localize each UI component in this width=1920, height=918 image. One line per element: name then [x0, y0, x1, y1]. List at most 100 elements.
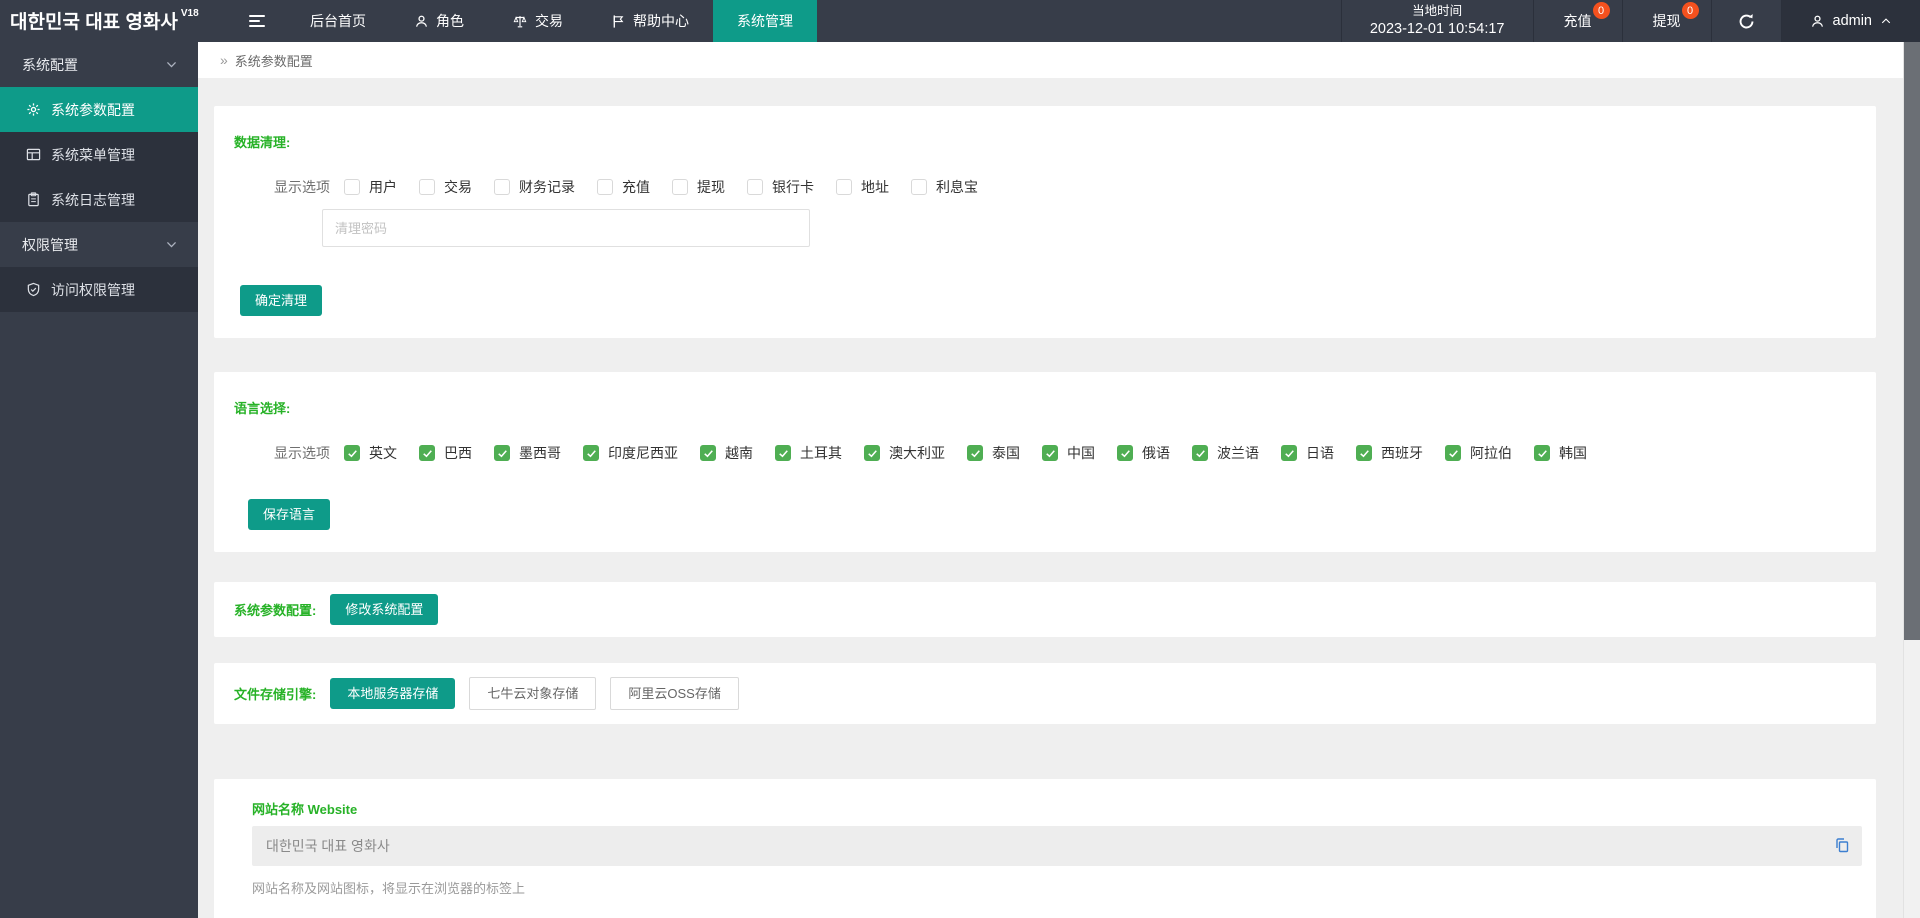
storage-local-button[interactable]: 本地服务器存储 [330, 678, 456, 709]
checkbox-checked-icon [1534, 445, 1550, 461]
clean-option-checkbox[interactable]: 用户 [344, 177, 397, 197]
language-option-checkbox[interactable]: 印度尼西亚 [583, 443, 678, 463]
checkbox-label: 印度尼西亚 [608, 445, 678, 461]
refresh-button[interactable] [1710, 0, 1781, 42]
checkbox-unchecked-icon [494, 179, 510, 195]
sidebar-item-system-logs[interactable]: 系统日志管理 [0, 177, 198, 222]
sidebar-item-system-menu[interactable]: 系统菜单管理 [0, 132, 198, 177]
nav-item-dashboard[interactable]: 后台首页 [286, 0, 390, 42]
nav-label: 帮助中心 [633, 13, 689, 29]
clean-option-checkbox[interactable]: 利息宝 [911, 177, 978, 197]
clean-option-checkbox[interactable]: 地址 [836, 177, 889, 197]
language-option-checkbox[interactable]: 西班牙 [1356, 443, 1423, 463]
language-option-checkbox[interactable]: 越南 [700, 443, 753, 463]
confirm-clean-button[interactable]: 确定清理 [240, 285, 323, 316]
copy-button[interactable] [1834, 837, 1850, 858]
clean-option-checkbox[interactable]: 银行卡 [747, 177, 814, 197]
nav-label: 系统管理 [737, 13, 793, 29]
sidebar-item-access-permission[interactable]: 访问权限管理 [0, 267, 198, 312]
local-time-value: 2023-12-01 10:54:17 [1369, 20, 1505, 37]
website-name-label: 网站名称 Website [252, 802, 358, 817]
checkbox-label: 西班牙 [1381, 445, 1423, 461]
sidebar-group-system-config[interactable]: 系统配置 [0, 42, 198, 87]
nav-item-system-management[interactable]: 系统管理 [713, 0, 817, 42]
username: admin [1832, 13, 1873, 29]
language-option-checkbox[interactable]: 日语 [1281, 443, 1334, 463]
checkbox-label: 俄语 [1142, 445, 1170, 461]
language-option-checkbox[interactable]: 英文 [344, 443, 397, 463]
checkbox-checked-icon [967, 445, 983, 461]
storage-qiniu-button[interactable]: 七牛云对象存储 [469, 677, 597, 710]
language-option-checkbox[interactable]: 中国 [1042, 443, 1095, 463]
sidebar-toggle-button[interactable] [228, 0, 286, 42]
recharge-button[interactable]: 充值 0 [1532, 0, 1622, 42]
scrollbar-thumb[interactable] [1904, 42, 1920, 640]
language-card: 语言选择: 显示选项 英文 巴西 墨西哥 印度尼西亚 越南 土耳其 澳大利亚 泰… [214, 372, 1876, 552]
clean-option-checkbox[interactable]: 提现 [672, 177, 725, 197]
language-option-checkbox[interactable]: 澳大利亚 [864, 443, 945, 463]
clean-option-checkbox[interactable]: 充值 [597, 177, 650, 197]
header-right: 当地时间 2023-12-01 10:54:17 充值 0 提现 0 admin [1340, 0, 1920, 42]
nav-label: 交易 [535, 13, 563, 29]
checkbox-label: 越南 [725, 445, 753, 461]
sidebar-item-label: 访问权限管理 [51, 281, 135, 298]
save-language-button[interactable]: 保存语言 [248, 499, 331, 530]
checkbox-checked-icon [1281, 445, 1297, 461]
sidebar-item-label: 系统菜单管理 [51, 146, 135, 163]
checkbox-label: 澳大利亚 [889, 445, 945, 461]
clean-option-checkbox[interactable]: 交易 [419, 177, 472, 197]
clean-option-checkbox[interactable]: 财务记录 [494, 177, 575, 197]
website-name-field-wrap [252, 826, 1862, 866]
logo-text: 대한민국 대표 영화사 [10, 12, 178, 33]
language-option-checkbox[interactable]: 土耳其 [775, 443, 842, 463]
clean-password-input[interactable] [322, 209, 810, 247]
checkbox-label: 韩国 [1559, 445, 1587, 461]
recharge-badge: 0 [1592, 2, 1610, 19]
language-option-checkbox[interactable]: 阿拉伯 [1445, 443, 1512, 463]
copy-icon [1836, 838, 1849, 853]
sidebar-item-label: 系统参数配置 [51, 101, 135, 118]
nav-item-transactions[interactable]: 交易 [488, 0, 587, 42]
storage-alioss-button[interactable]: 阿里云OSS存储 [610, 677, 739, 710]
person-icon [415, 15, 428, 27]
scales-icon [513, 15, 527, 27]
sidebar-item-system-params[interactable]: 系统参数配置 [0, 87, 198, 132]
language-option-checkbox[interactable]: 墨西哥 [494, 443, 561, 463]
language-option-checkbox[interactable]: 泰国 [967, 443, 1020, 463]
checkbox-unchecked-icon [911, 179, 927, 195]
withdraw-button[interactable]: 提现 0 [1621, 0, 1711, 42]
sidebar-group-label: 系统配置 [22, 56, 78, 73]
hamburger-icon [249, 15, 265, 27]
language-option-checkbox[interactable]: 巴西 [419, 443, 472, 463]
options-row-label: 显示选项 [274, 179, 330, 195]
checkbox-label: 利息宝 [936, 179, 978, 195]
sidebar-group-label: 权限管理 [22, 236, 78, 253]
checkbox-checked-icon [494, 445, 510, 461]
checkbox-checked-icon [1192, 445, 1208, 461]
checkbox-checked-icon [1042, 445, 1058, 461]
language-option-checkbox[interactable]: 波兰语 [1192, 443, 1259, 463]
nav-item-roles[interactable]: 角色 [390, 0, 488, 42]
checkbox-label: 日语 [1306, 445, 1334, 461]
top-header: 대한민국 대표 영화사 V18 后台首页 角色 交易 帮助中心 系统管理 当地时… [0, 0, 1920, 42]
modify-system-config-button[interactable]: 修改系统配置 [330, 594, 439, 625]
checkbox-label: 土耳其 [800, 445, 842, 461]
language-option-checkbox[interactable]: 俄语 [1117, 443, 1170, 463]
language-option-checkbox[interactable]: 韩国 [1534, 443, 1587, 463]
checkbox-unchecked-icon [344, 179, 360, 195]
checkbox-checked-icon [1356, 445, 1372, 461]
website-name-help: 网站名称及网站图标，将显示在浏览器的标签上 [252, 881, 526, 896]
checkbox-label: 泰国 [992, 445, 1020, 461]
checkbox-unchecked-icon [672, 179, 688, 195]
website-name-input[interactable] [252, 826, 1862, 866]
menu-window-icon [26, 148, 41, 161]
user-menu[interactable]: admin [1780, 0, 1920, 42]
refresh-icon [1739, 13, 1753, 28]
sidebar-group-permissions[interactable]: 权限管理 [0, 222, 198, 267]
app-logo: 대한민국 대표 영화사 V18 [0, 0, 228, 42]
page-scrollbar[interactable] [1903, 42, 1920, 918]
nav-item-help-center[interactable]: 帮助中心 [587, 0, 713, 42]
shield-check-icon [27, 282, 40, 297]
data-clean-card: 数据清理: 显示选项 用户 交易 财务记录 充值 提现 银行卡 地址 利息宝 清… [214, 106, 1876, 338]
checkbox-label: 银行卡 [772, 179, 814, 195]
